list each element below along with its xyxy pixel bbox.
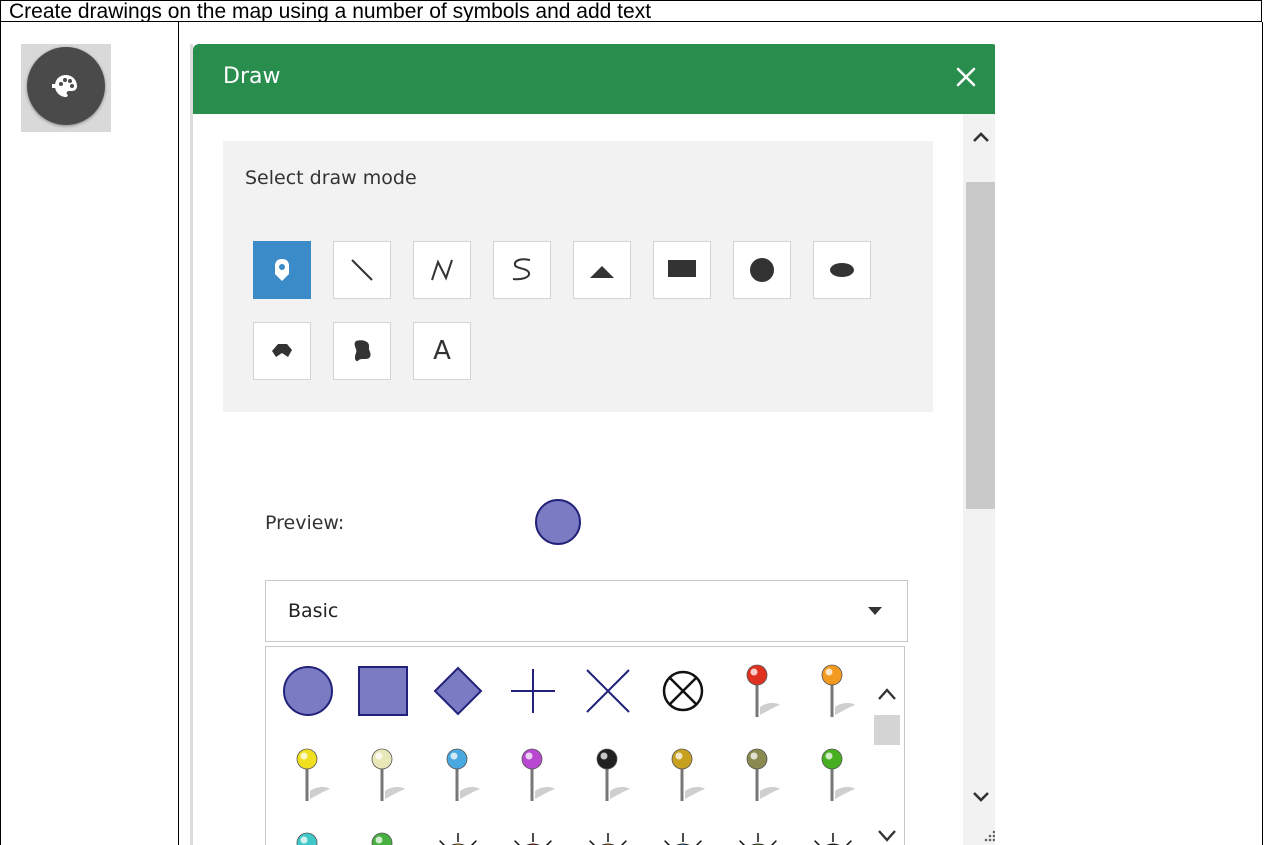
symbol-scroll-arrows [878,688,896,842]
symbol-x[interactable] [586,669,630,713]
ellipse-icon [830,263,854,277]
polygon-icon [272,344,292,357]
symbol-sun[interactable] [807,833,859,845]
palette-icon [52,75,77,97]
symbol-sun[interactable] [507,833,559,845]
preview-symbol [535,499,581,545]
draw-mode-point-button[interactable] [253,241,311,299]
symbol-pin[interactable] [521,748,555,801]
icon-cell [0,22,179,845]
chevron-down-icon [878,830,896,842]
close-icon[interactable] [949,60,983,94]
chevron-up-icon[interactable] [969,126,993,150]
chevron-down-icon [868,607,882,615]
draw-panel: Draw Select draw mode A Preview: Basic [190,44,995,845]
freehand-line-icon [512,258,531,281]
draw-mode-polygon-button[interactable] [253,322,311,380]
symbol-sun[interactable] [732,833,784,845]
symbol-pin[interactable] [821,664,855,717]
draw-mode-circle-button[interactable] [733,241,791,299]
draw-mode-text-button[interactable]: A [413,322,471,380]
panel-header: Draw [193,44,995,114]
draw-mode-section: Select draw mode A [223,141,933,412]
text-icon: A [433,336,451,366]
resize-grip-icon[interactable] [983,828,995,842]
chevron-down-icon[interactable] [969,784,993,808]
polyline-icon [431,259,453,281]
triangle-icon [590,266,614,278]
freehand-polygon-icon [354,340,371,362]
preview-label: Preview: [265,512,345,534]
draw-mode-triangle-button[interactable] [573,241,631,299]
symbol-gallery-canvas [283,664,859,845]
chevron-up-icon [878,688,896,700]
symbol-square[interactable] [358,666,408,716]
symbol-pin[interactable] [671,748,705,801]
symbol-gallery [265,646,905,845]
symbol-pin[interactable] [296,832,330,845]
symbol-pin[interactable] [371,748,405,801]
symbol-circle[interactable] [283,666,333,716]
panel-title: Draw [223,64,281,89]
symbol-diamond[interactable] [433,666,483,716]
draw-mode-freehand-line-button[interactable] [493,241,551,299]
panel-scrollbar[interactable] [963,114,995,845]
symbol-sun[interactable] [582,833,634,845]
document-table: Create drawings on the map using a numbe… [0,0,1264,845]
symbol-pin[interactable] [821,748,855,801]
symbol-set-value: Basic [288,600,339,622]
rectangle-icon [668,260,696,277]
draw-widget-icon[interactable] [27,47,105,125]
circle-icon [750,258,774,282]
symbol-circled-x[interactable] [662,670,704,712]
symbol-set-select[interactable]: Basic [265,580,908,642]
line-icon [351,259,373,281]
caption: Create drawings on the map using a numbe… [0,0,1262,22]
draw-mode-rectangle-button[interactable] [653,241,711,299]
point-marker-icon [275,259,289,281]
draw-mode-label: Select draw mode [245,167,417,189]
symbol-sun[interactable] [432,833,484,845]
symbol-pin[interactable] [746,664,780,717]
symbol-pin[interactable] [746,748,780,801]
panel-scroll-thumb[interactable] [966,182,995,509]
symbol-cross[interactable] [511,669,555,713]
symbol-gallery-scrollbar[interactable] [870,647,904,845]
draw-mode-freehand-polygon-button[interactable] [333,322,391,380]
table-border [1262,22,1263,845]
symbol-pin[interactable] [446,748,480,801]
draw-mode-polyline-button[interactable] [413,241,471,299]
symbol-pin[interactable] [371,832,405,845]
symbol-scroll-thumb[interactable] [874,715,900,745]
draw-mode-ellipse-button[interactable] [813,241,871,299]
draw-mode-line-button[interactable] [333,241,391,299]
symbol-pin[interactable] [296,748,330,801]
symbol-sun[interactable] [657,833,709,845]
symbol-pin[interactable] [596,748,630,801]
panel-body: Select draw mode A Preview: Basic [193,114,963,845]
